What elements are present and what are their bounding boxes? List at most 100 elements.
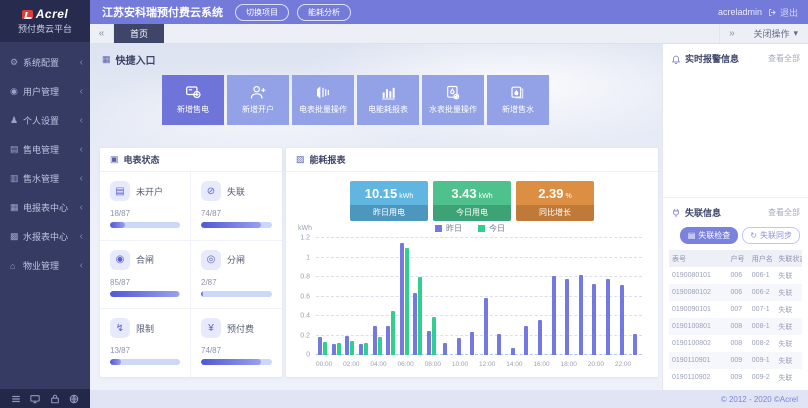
chevron-left-icon: ‹ bbox=[80, 86, 83, 97]
chart-bar bbox=[413, 293, 417, 355]
property-icon: ⌂ bbox=[10, 261, 23, 271]
logout-button[interactable]: 退出 bbox=[768, 6, 798, 19]
offline-view-all-link[interactable]: 查看全部 bbox=[768, 207, 800, 218]
chart-bar bbox=[592, 284, 596, 355]
new-electric-sale-button[interactable]: 新增售电 bbox=[162, 75, 224, 125]
stat-label: 同比增长 bbox=[516, 205, 594, 221]
chart-bar bbox=[470, 332, 474, 355]
sidebar-item-label: 电报表中心 bbox=[23, 201, 80, 214]
chart-legend: 昨日今日 bbox=[292, 223, 648, 234]
chart-bar bbox=[443, 343, 447, 355]
app: Acrel 预付费云平台 ⚙ 系统配置 ‹◉ 用户管理 ‹♟ 个人设置 ‹▤ 售… bbox=[0, 0, 808, 408]
offline-sync-button[interactable]: ↻ 失联同步 bbox=[742, 227, 800, 244]
stat-label: 昨日用电 bbox=[350, 205, 428, 221]
table-row[interactable]: 0190100802008008-2失联 bbox=[669, 335, 802, 352]
electric-meter-batch-button[interactable]: 电表批量操作 bbox=[292, 75, 354, 125]
offline-title: 失联信息 bbox=[685, 206, 764, 219]
sell-electric-icon bbox=[185, 85, 202, 100]
close-operations-dropdown[interactable]: 关闭操作▾ bbox=[743, 24, 808, 43]
chevron-left-icon: ‹ bbox=[80, 231, 83, 242]
sidebar-item-用户管理[interactable]: ◉ 用户管理 ‹ bbox=[0, 77, 90, 106]
sidebar-item-电报表中心[interactable]: ▦ 电报表中心 ‹ bbox=[0, 193, 90, 222]
meter-icon: ▤ bbox=[110, 181, 130, 201]
chart-bar bbox=[391, 311, 395, 355]
offline-section-header: 失联信息 查看全部 bbox=[663, 198, 808, 225]
alarm-view-all-link[interactable]: 查看全部 bbox=[768, 53, 800, 64]
offline-check-button[interactable]: ▤ 失联检查 bbox=[680, 227, 739, 244]
app-title: 江苏安科瑞预付费云系统 bbox=[102, 4, 223, 20]
meter-status-tile: ⊘ 失联 74/87 bbox=[191, 172, 282, 241]
tab-home[interactable]: 首页 bbox=[114, 24, 164, 43]
sidebar-item-label: 个人设置 bbox=[23, 114, 80, 127]
sidebar-item-物业管理[interactable]: ⌂ 物业管理 ‹ bbox=[0, 251, 90, 280]
sidebar-item-label: 用户管理 bbox=[23, 85, 80, 98]
water-meter-batch-button[interactable]: 水表批量操作 bbox=[422, 75, 484, 125]
status-count: 85/87 bbox=[110, 278, 180, 287]
lock-icon[interactable] bbox=[50, 394, 60, 404]
meter-batch-icon bbox=[315, 85, 331, 100]
chart-bar bbox=[633, 334, 637, 355]
quick-entry-buttons: 新增售电 新增开户 电表批量操作 电能耗报表 水表批量操作 新增售水 bbox=[162, 75, 549, 125]
sidebar: Acrel 预付费云平台 ⚙ 系统配置 ‹◉ 用户管理 ‹♟ 个人设置 ‹▤ 售… bbox=[0, 0, 90, 408]
status-label: 预付费 bbox=[227, 322, 254, 335]
menu-icon[interactable] bbox=[11, 394, 21, 404]
offline-icon: ⊘ bbox=[201, 181, 221, 201]
energy-stat-card: 10.15kWh 昨日用电 bbox=[350, 181, 428, 221]
bell-icon bbox=[671, 54, 681, 64]
chart-bar bbox=[364, 343, 368, 355]
add-account-icon bbox=[250, 85, 266, 100]
acrel-logo-icon bbox=[22, 10, 33, 19]
globe-icon[interactable] bbox=[69, 394, 79, 404]
chart-yticks: 00.20.40.60.811.2 bbox=[292, 238, 314, 355]
tabs-collapse-button[interactable]: « bbox=[90, 24, 114, 43]
plug-icon bbox=[671, 208, 681, 218]
new-water-sale-button[interactable]: 新增售水 bbox=[487, 75, 549, 125]
sidebar-toolbar bbox=[0, 389, 90, 408]
meter-panel-icon: ▣ bbox=[110, 154, 119, 165]
table-row[interactable]: 0190100801008008-1失联 bbox=[669, 318, 802, 335]
sidebar-menu: ⚙ 系统配置 ‹◉ 用户管理 ‹♟ 个人设置 ‹▤ 售电管理 ‹▥ 售水管理 ‹… bbox=[0, 42, 90, 280]
logout-icon bbox=[768, 8, 777, 17]
water-sale-icon: ▥ bbox=[10, 173, 23, 184]
sync-icon: ↻ bbox=[750, 231, 757, 240]
sidebar-item-个人设置[interactable]: ♟ 个人设置 ‹ bbox=[0, 106, 90, 135]
table-row[interactable]: 0190080102006006-2失联 bbox=[669, 284, 802, 301]
chart-bar bbox=[497, 334, 501, 355]
new-account-button[interactable]: 新增开户 bbox=[227, 75, 289, 125]
switch-project-button[interactable]: 切换项目 bbox=[235, 4, 289, 21]
stat-label: 今日用电 bbox=[433, 205, 511, 221]
chart-bar bbox=[484, 298, 488, 355]
sidebar-item-水报表中心[interactable]: ▩ 水报表中心 ‹ bbox=[0, 222, 90, 251]
sidebar-item-系统配置[interactable]: ⚙ 系统配置 ‹ bbox=[0, 48, 90, 77]
sidebar-item-售电管理[interactable]: ▤ 售电管理 ‹ bbox=[0, 135, 90, 164]
tabs-expand-button[interactable]: » bbox=[719, 24, 743, 43]
sidebar-item-售水管理[interactable]: ▥ 售水管理 ‹ bbox=[0, 164, 90, 193]
table-row[interactable]: 0190080101006006-1失联 bbox=[669, 267, 802, 284]
chart-bar bbox=[345, 336, 349, 355]
status-label: 未开户 bbox=[136, 185, 163, 198]
progress-bar bbox=[201, 291, 272, 297]
switch-on-icon: ◉ bbox=[110, 250, 130, 270]
footer: © 2012 - 2020 ©Acrel bbox=[90, 390, 808, 408]
chart-bars bbox=[316, 238, 642, 355]
alarm-title: 实时报警信息 bbox=[685, 52, 764, 65]
table-row[interactable]: 0190110901009009-1失联 bbox=[669, 352, 802, 369]
meter-status-tile: ▤ 未开户 18/87 bbox=[100, 172, 191, 241]
monitor-icon[interactable] bbox=[30, 394, 40, 404]
table-row[interactable]: 0190090101007007-1失联 bbox=[669, 301, 802, 318]
energy-report-button[interactable]: 电能耗报表 bbox=[357, 75, 419, 125]
chart-bar bbox=[552, 276, 556, 355]
main-content: ▦ 快捷入口 新增售电 新增开户 电表批量操作 电能耗报表 水表批量操作 bbox=[90, 44, 662, 390]
table-row[interactable]: 0190110902009009-2失联 bbox=[669, 369, 802, 386]
meter-status-tile: ↯ 限制 13/87 bbox=[100, 309, 191, 377]
progress-bar bbox=[201, 222, 272, 228]
chart-bar bbox=[405, 248, 409, 355]
alarm-section-header: 实时报警信息 查看全部 bbox=[663, 44, 808, 71]
table-header-row: 表号户号用户名失联状态 bbox=[669, 250, 802, 267]
sidebar-item-label: 售水管理 bbox=[23, 172, 80, 185]
energy-analysis-button[interactable]: 能耗分析 bbox=[297, 4, 351, 21]
energy-report-icon bbox=[380, 85, 396, 100]
stat-value: 2.39% bbox=[516, 181, 594, 205]
report-panel-icon: ▨ bbox=[296, 154, 305, 165]
switch-off-icon: ◎ bbox=[201, 250, 221, 270]
